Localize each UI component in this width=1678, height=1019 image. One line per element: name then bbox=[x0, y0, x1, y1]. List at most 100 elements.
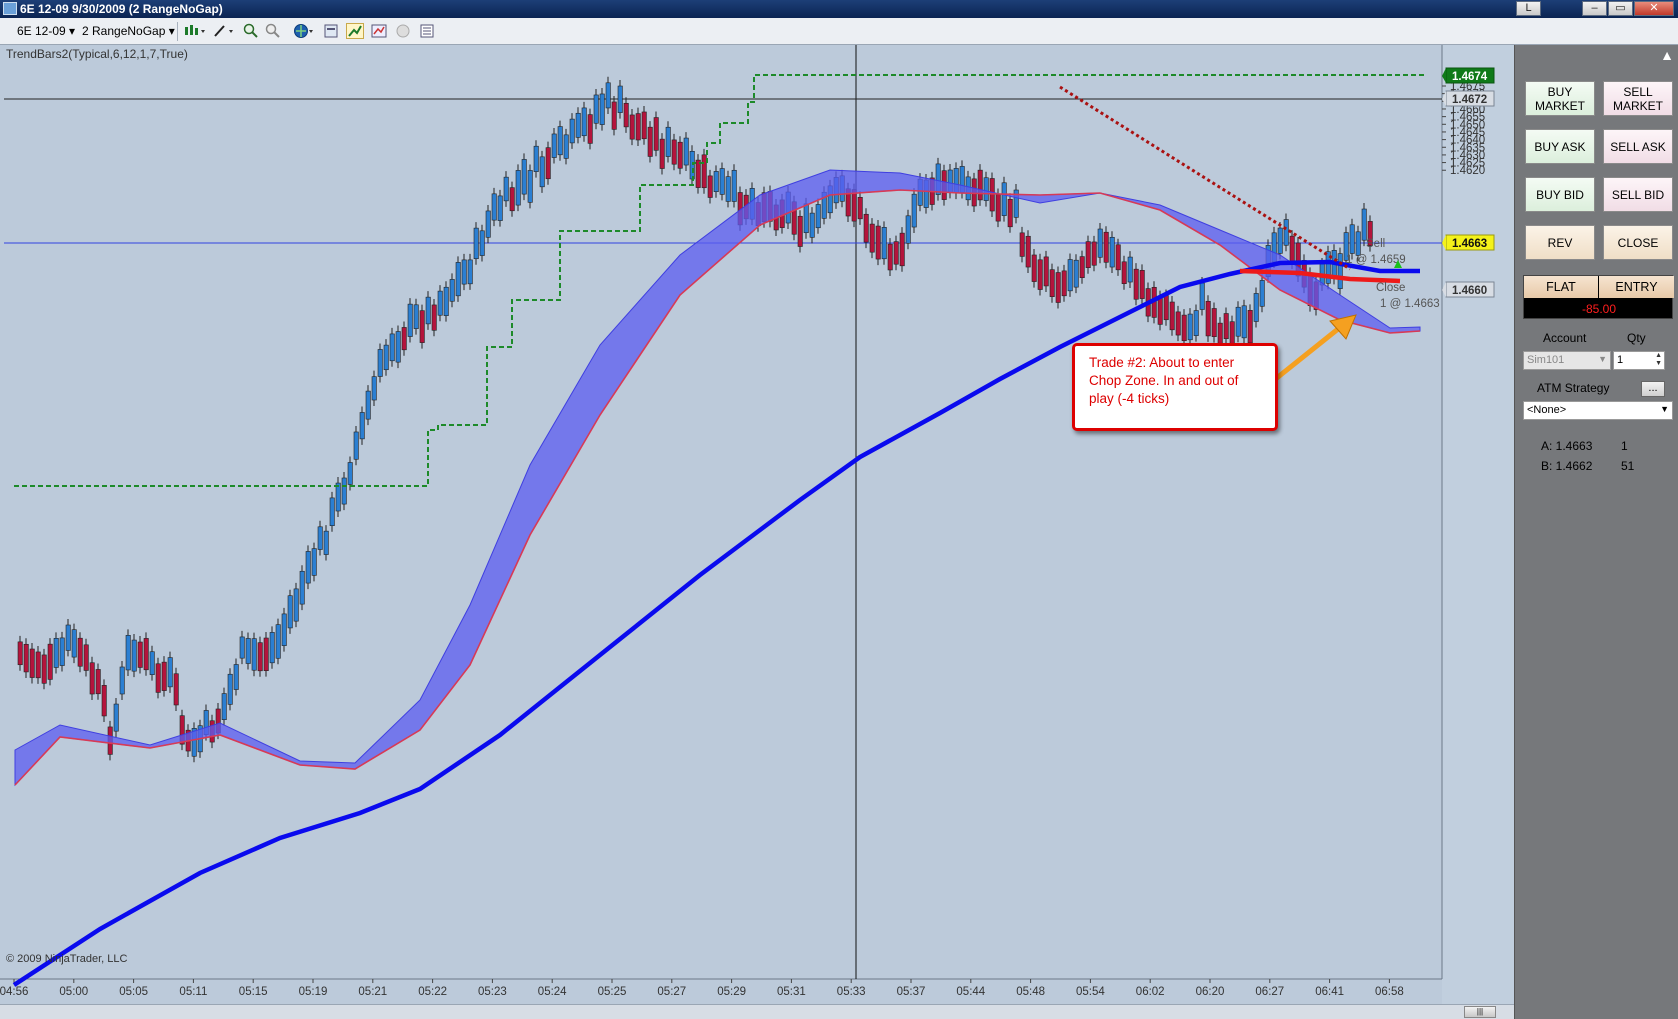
instrument-selector[interactable]: 6E 12-09 ▾ bbox=[17, 24, 75, 38]
down-bar bbox=[671, 139, 677, 165]
up-bar bbox=[317, 526, 323, 550]
down-bar bbox=[1247, 310, 1253, 344]
indicator-circle-icon[interactable] bbox=[394, 23, 412, 39]
link-button[interactable]: L bbox=[1516, 1, 1541, 16]
chart-toolbar: 6E 12-09 ▾ 2 RangeNoGap ▾ bbox=[0, 18, 1678, 45]
up-bar bbox=[221, 693, 227, 720]
time-axis-label: 05:37 bbox=[897, 986, 926, 998]
up-bar bbox=[125, 635, 131, 671]
horizontal-scrollbar[interactable]: ||| bbox=[0, 1004, 1514, 1019]
down-bar bbox=[419, 310, 425, 343]
time-axis-label: 05:48 bbox=[1016, 986, 1045, 998]
up-bar bbox=[413, 304, 419, 329]
chevron-down-icon: ▼ bbox=[1660, 404, 1669, 414]
up-bar bbox=[905, 215, 911, 244]
buy-market-button[interactable]: BUY MARKET bbox=[1525, 81, 1595, 116]
close-window-button[interactable]: ✕ bbox=[1634, 1, 1674, 16]
down-bar bbox=[797, 215, 803, 247]
scroll-thumb[interactable]: ||| bbox=[1464, 1006, 1496, 1018]
price-axis-label: 1.4620 bbox=[1450, 165, 1485, 177]
up-bar bbox=[551, 133, 557, 158]
close-marker-price: 1 @ 1.4663 bbox=[1380, 298, 1440, 310]
buy-bid-button[interactable]: BUY BID bbox=[1525, 177, 1595, 212]
zoom-in-icon[interactable] bbox=[242, 23, 260, 39]
down-bar bbox=[1115, 244, 1121, 271]
close-marker-label: Close bbox=[1376, 282, 1405, 294]
period-selector[interactable]: 2 RangeNoGap ▾ bbox=[82, 24, 175, 38]
buy-ask-button[interactable]: BUY ASK bbox=[1525, 129, 1595, 164]
up-bar bbox=[1241, 305, 1247, 339]
minimize-button[interactable]: – bbox=[1582, 1, 1607, 16]
atm-strategy-select[interactable]: <None> ▼ bbox=[1523, 401, 1673, 420]
time-axis-label: 05:22 bbox=[418, 986, 447, 998]
bid-price: B: 1.4662 bbox=[1541, 459, 1593, 473]
sell-market-button[interactable]: SELL MARKET bbox=[1603, 81, 1673, 116]
up-bar bbox=[251, 638, 257, 671]
down-bar bbox=[101, 685, 107, 717]
stepper-arrows-icon[interactable]: ▲ ▼ bbox=[1655, 352, 1662, 368]
down-bar bbox=[1121, 261, 1127, 284]
down-bar bbox=[977, 169, 983, 201]
chevron-down-icon: ▼ bbox=[1598, 354, 1607, 364]
qty-stepper[interactable]: 1 ▲ ▼ bbox=[1613, 351, 1665, 370]
up-bar bbox=[665, 126, 671, 157]
up-bar bbox=[1253, 293, 1259, 322]
data-box-icon[interactable] bbox=[418, 23, 436, 39]
properties-icon[interactable] bbox=[322, 23, 340, 39]
time-axis-label: 06:20 bbox=[1196, 986, 1225, 998]
price-chart[interactable]: 1.46751.46701.46651.46601.46551.46501.46… bbox=[0, 45, 1514, 1019]
copyright-label: © 2009 NinjaTrader, LLC bbox=[6, 953, 127, 965]
up-bar bbox=[809, 212, 815, 238]
up-bar bbox=[305, 551, 311, 584]
bar-type-icon[interactable] bbox=[182, 23, 208, 39]
time-axis-label: 05:25 bbox=[598, 986, 627, 998]
reverse-button[interactable]: REV bbox=[1525, 225, 1595, 260]
up-bar bbox=[593, 94, 599, 124]
down-bar bbox=[17, 641, 23, 666]
time-axis-label: 06:41 bbox=[1315, 986, 1344, 998]
chevron-up-icon[interactable]: ▲ bbox=[1657, 47, 1677, 67]
price-axis-background bbox=[1442, 45, 1514, 1019]
up-bar bbox=[575, 112, 581, 138]
time-axis-label: 05:24 bbox=[538, 986, 567, 998]
up-bar bbox=[479, 230, 485, 256]
maximize-button[interactable]: ▭ bbox=[1608, 1, 1633, 16]
globe-icon[interactable] bbox=[292, 23, 318, 39]
up-bar bbox=[455, 262, 461, 297]
up-bar bbox=[461, 259, 467, 285]
up-bar bbox=[353, 431, 359, 460]
up-bar bbox=[1349, 224, 1355, 254]
down-bar bbox=[635, 113, 641, 141]
time-axis-label: 06:27 bbox=[1255, 986, 1284, 998]
drawing-tool-icon[interactable] bbox=[212, 23, 238, 39]
down-bar bbox=[587, 114, 593, 144]
account-select[interactable]: Sim101 ▼ bbox=[1523, 351, 1611, 370]
time-axis-label: 05:31 bbox=[777, 986, 806, 998]
down-bar bbox=[137, 641, 143, 668]
atm-settings-button[interactable]: ... bbox=[1641, 381, 1665, 397]
zoom-out-icon[interactable] bbox=[264, 23, 282, 39]
time-axis-label: 05:33 bbox=[837, 986, 866, 998]
up-bar bbox=[119, 666, 125, 695]
down-bar bbox=[1133, 268, 1139, 300]
up-bar bbox=[521, 159, 527, 195]
down-bar bbox=[1211, 308, 1217, 337]
sell-ask-button[interactable]: SELL ASK bbox=[1603, 129, 1673, 164]
up-bar bbox=[371, 376, 377, 401]
chart-trader-icon[interactable] bbox=[346, 23, 364, 39]
position-status: FLAT bbox=[1524, 276, 1598, 298]
down-bar bbox=[431, 304, 437, 331]
up-bar bbox=[569, 118, 575, 144]
up-bar bbox=[911, 193, 917, 228]
strategies-icon[interactable] bbox=[370, 23, 388, 39]
sell-bid-button[interactable]: SELL BID bbox=[1603, 177, 1673, 212]
up-bar bbox=[449, 279, 455, 302]
down-bar bbox=[659, 138, 665, 169]
time-axis-label: 05:00 bbox=[59, 986, 88, 998]
time-axis-label: 05:27 bbox=[657, 986, 686, 998]
time-axis-label: 05:54 bbox=[1076, 986, 1105, 998]
close-position-button[interactable]: CLOSE bbox=[1603, 225, 1673, 260]
up-bar bbox=[599, 93, 605, 125]
down-bar bbox=[995, 194, 1001, 222]
up-bar bbox=[731, 169, 737, 202]
